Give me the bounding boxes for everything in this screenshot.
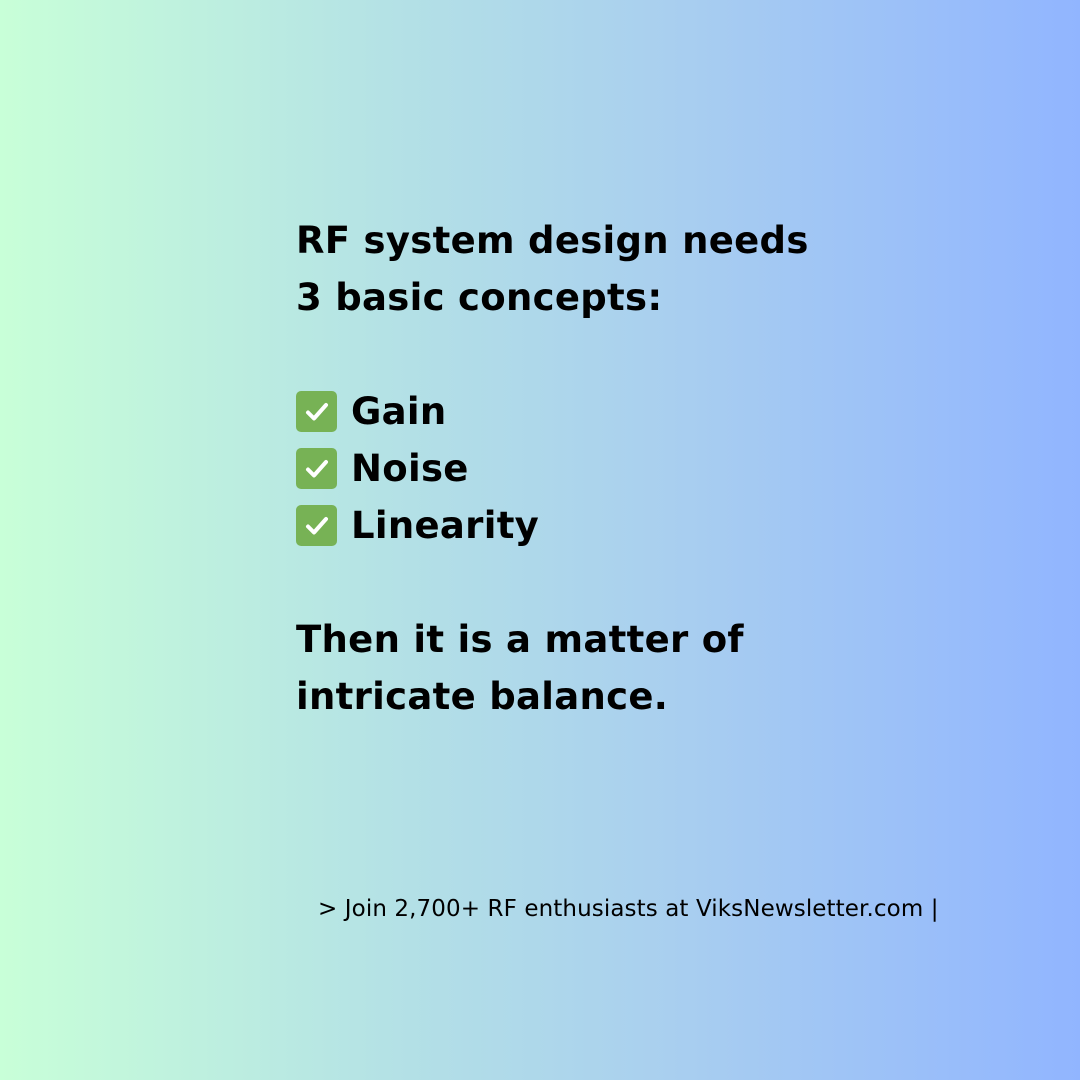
headline-line-2: 3 basic concepts: [296, 276, 663, 319]
concept-label: Linearity [351, 504, 540, 547]
closing-line-1: Then it is a matter of [296, 618, 744, 661]
check-mark-icon [296, 391, 337, 432]
concept-item-noise: Noise [296, 440, 936, 497]
concept-label: Gain [351, 390, 447, 433]
concept-item-gain: Gain [296, 383, 936, 440]
headline-line-1: RF system design needs [296, 219, 809, 262]
concept-label: Noise [351, 447, 469, 490]
check-mark-icon [296, 448, 337, 489]
closing-line-2: intricate balance. [296, 675, 669, 718]
newsletter-footer: > Join 2,700+ RF enthusiasts at ViksNews… [318, 896, 939, 922]
closing-statement: Then it is a matter of intricate balance… [296, 611, 936, 725]
check-mark-icon [296, 505, 337, 546]
concept-list: Gain Noise Linearity [296, 383, 936, 554]
post-content: RF system design needs 3 basic concepts:… [296, 212, 936, 725]
headline: RF system design needs 3 basic concepts: [296, 212, 936, 326]
concept-item-linearity: Linearity [296, 497, 936, 554]
